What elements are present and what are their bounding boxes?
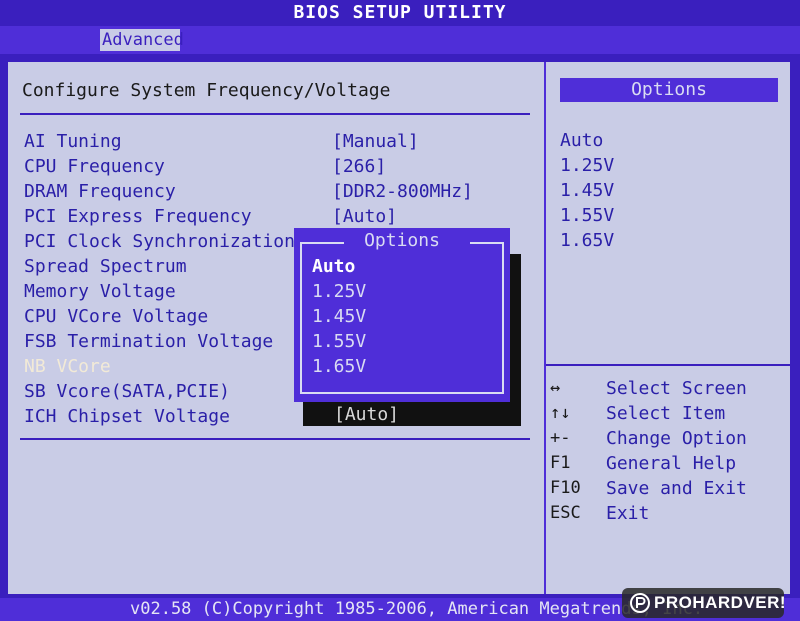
setting-label: PCI Clock Synchronization M (24, 231, 317, 252)
setting-label: ICH Chipset Voltage (24, 406, 230, 427)
selected-setting-value[interactable]: [Auto] (334, 404, 399, 426)
popup-frame (502, 242, 504, 394)
popup-frame (300, 242, 302, 394)
option-item: 1.45V (560, 180, 615, 201)
popup-frame (300, 392, 504, 394)
setting-label: AI Tuning (24, 131, 122, 152)
section-divider (20, 113, 530, 115)
setting-label: NB VCore (24, 356, 111, 377)
setting-label: SB Vcore(SATA,PCIE) (24, 381, 230, 402)
popup-option-1-45v[interactable]: 1.45V (312, 304, 366, 329)
help-panel: Options Auto 1.25V 1.45V 1.55V 1.65V ↔ S… (546, 62, 790, 594)
setting-value[interactable]: [Auto] (332, 204, 397, 229)
key-desc: Save and Exit (606, 478, 747, 499)
key-esc: ESC (550, 503, 581, 523)
setting-label: CPU Frequency (24, 156, 165, 177)
key-f1: F1 (550, 453, 571, 473)
help-divider (546, 364, 790, 366)
title-bar: BIOS SETUP UTILITY (0, 0, 800, 26)
setting-label: PCI Express Frequency (24, 206, 252, 227)
setting-value[interactable]: [266] (332, 154, 386, 179)
bios-title: BIOS SETUP UTILITY (293, 2, 507, 23)
popup-option-auto[interactable]: Auto (312, 254, 355, 279)
key-arrows-lr: ↔ (550, 378, 561, 398)
key-plus-minus: +- (550, 428, 571, 448)
option-item: 1.55V (560, 205, 615, 226)
watermark: PROHARDVER! (622, 588, 787, 618)
watermark-text: PROHARDVER! (654, 593, 787, 612)
option-item: 1.65V (560, 230, 615, 251)
setting-label: Spread Spectrum (24, 256, 187, 277)
popup-option-1-65v[interactable]: 1.65V (312, 354, 366, 379)
prohardver-logo-icon (630, 593, 650, 613)
key-desc: Change Option (606, 428, 747, 449)
setting-label: DRAM Frequency (24, 181, 176, 202)
popup-option-1-55v[interactable]: 1.55V (312, 329, 366, 354)
key-desc: Select Item (606, 403, 726, 424)
options-header: Options (560, 78, 778, 102)
menu-bar: Advanced (0, 26, 800, 54)
setting-value[interactable]: [DDR2-800MHz] (332, 179, 473, 204)
bottom-divider (20, 438, 530, 440)
key-f10: F10 (550, 478, 581, 498)
key-desc: Select Screen (606, 378, 747, 399)
option-item: Auto (560, 130, 604, 151)
setting-label: Memory Voltage (24, 281, 176, 302)
setting-value[interactable]: [Manual] (332, 129, 419, 154)
key-arrows-ud: ↑↓ (550, 403, 571, 423)
option-item: 1.25V (560, 155, 615, 176)
key-desc: General Help (606, 453, 737, 474)
section-title: Configure System Frequency/Voltage (22, 80, 391, 101)
setting-label: CPU VCore Voltage (24, 306, 209, 327)
popup-title: Options (364, 230, 440, 251)
popup-option-1-25v[interactable]: 1.25V (312, 279, 366, 304)
tab-advanced[interactable]: Advanced (100, 29, 184, 51)
options-popup[interactable]: Options Auto 1.25V 1.45V 1.55V 1.65V (294, 228, 510, 402)
setting-label: FSB Termination Voltage (24, 331, 274, 352)
key-desc: Exit (606, 503, 650, 524)
copyright-text: v02.58 (C)Copyright 1985-2006, American … (130, 599, 704, 619)
